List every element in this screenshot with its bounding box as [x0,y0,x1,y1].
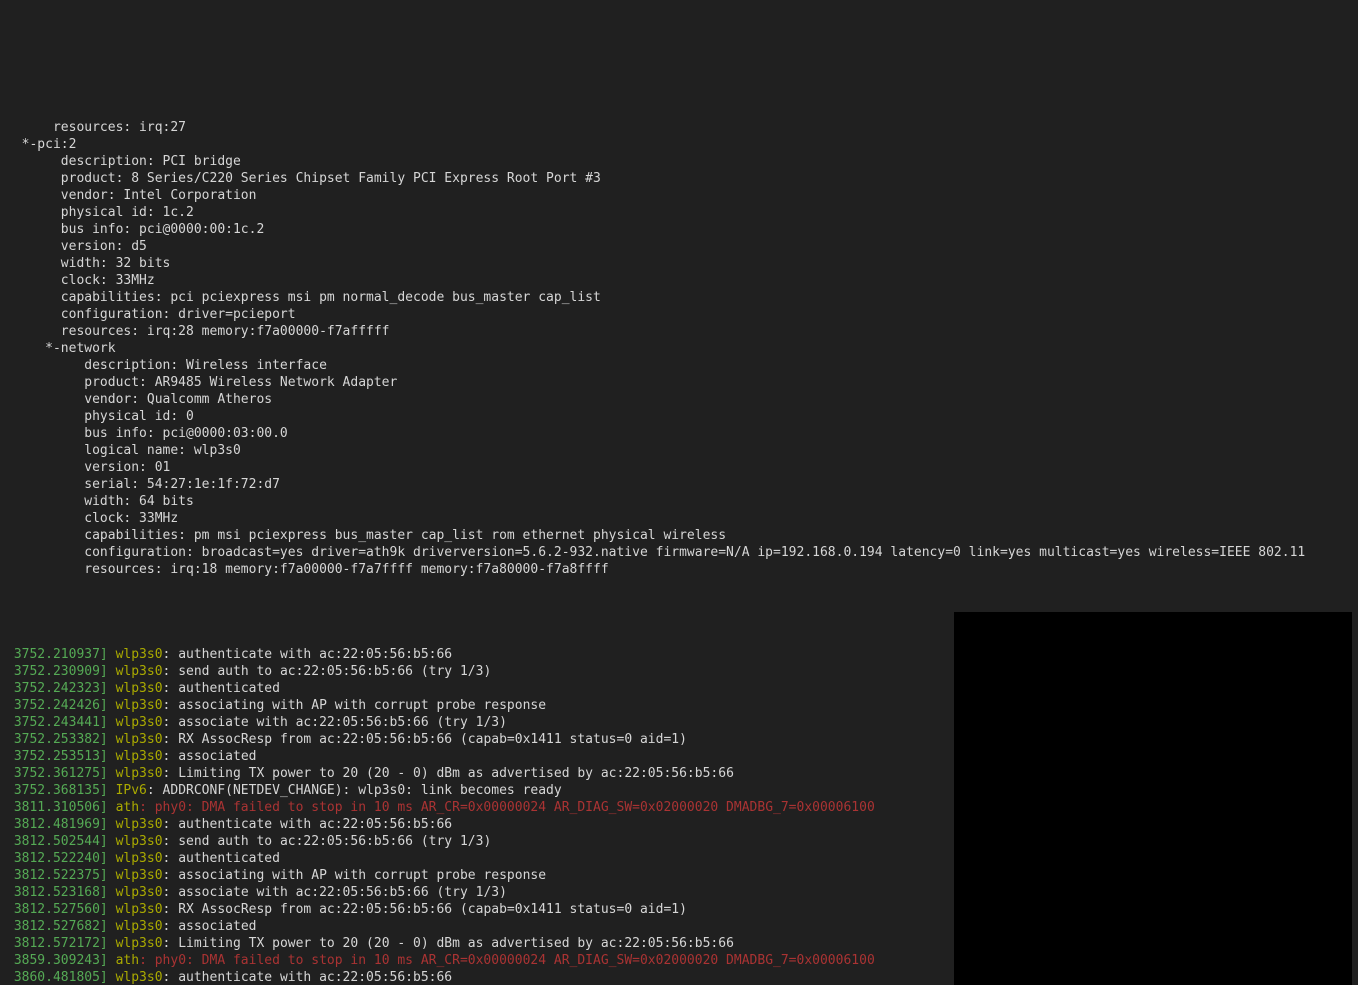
lshw-line: physical id: 0 [6,408,1352,425]
dmesg-message: : associated [163,748,257,765]
dmesg-interface: wlp3s0 [108,765,163,782]
dmesg-timestamp: 3859.309243] [6,952,108,969]
dmesg-interface: wlp3s0 [108,918,163,935]
dmesg-interface: wlp3s0 [108,816,163,833]
lshw-line: resources: irq:18 memory:f7a00000-f7a7ff… [6,561,1352,578]
dmesg-message: : authenticated [163,850,280,867]
lshw-line: serial: 54:27:1e:1f:72:d7 [6,476,1352,493]
dmesg-interface: wlp3s0 [108,748,163,765]
dmesg-timestamp: 3860.481805] [6,969,108,985]
dmesg-interface: wlp3s0 [108,680,163,697]
dmesg-interface: IPv6 [108,782,147,799]
lshw-line: bus info: pci@0000:03:00.0 [6,425,1352,442]
dmesg-timestamp: 3752.243441] [6,714,108,731]
dmesg-message: : authenticate with ac:22:05:56:b5:66 [163,969,453,985]
dmesg-timestamp: 3752.253513] [6,748,108,765]
dmesg-interface: wlp3s0 [108,969,163,985]
dmesg-timestamp: 3752.230909] [6,663,108,680]
terminal-output[interactable]: resources: irq:27 *-pci:2 description: P… [0,85,1358,985]
dmesg-interface: wlp3s0 [108,646,163,663]
lshw-line: product: AR9485 Wireless Network Adapter [6,374,1352,391]
lshw-line: vendor: Qualcomm Atheros [6,391,1352,408]
lshw-line: vendor: Intel Corporation [6,187,1352,204]
lshw-output: resources: irq:27 *-pci:2 description: P… [6,119,1352,578]
dmesg-interface: wlp3s0 [108,833,163,850]
dmesg-interface: wlp3s0 [108,884,163,901]
lshw-line: logical name: wlp3s0 [6,442,1352,459]
dmesg-timestamp: 3812.502544] [6,833,108,850]
lshw-line: width: 64 bits [6,493,1352,510]
dmesg-interface: ath [108,799,139,816]
lshw-line: bus info: pci@0000:00:1c.2 [6,221,1352,238]
dmesg-timestamp: 3752.368135] [6,782,108,799]
dmesg-interface: ath [108,952,139,969]
dmesg-message: : Limiting TX power to 20 (20 - 0) dBm a… [163,765,734,782]
dmesg-message: : associating with AP with corrupt probe… [163,697,547,714]
lshw-line: version: 01 [6,459,1352,476]
lshw-line: capabilities: pm msi pciexpress bus_mast… [6,527,1352,544]
dmesg-timestamp: 3752.210937] [6,646,108,663]
dmesg-message: : send auth to ac:22:05:56:b5:66 (try 1/… [163,663,492,680]
dmesg-message: : RX AssocResp from ac:22:05:56:b5:66 (c… [163,731,687,748]
dmesg-timestamp: 3752.242426] [6,697,108,714]
dmesg-timestamp: 3812.527560] [6,901,108,918]
dmesg-interface: wlp3s0 [108,663,163,680]
lshw-line: clock: 33MHz [6,272,1352,289]
dmesg-message: : associate with ac:22:05:56:b5:66 (try … [163,714,507,731]
dmesg-message: : authenticate with ac:22:05:56:b5:66 [163,816,453,833]
lshw-line: capabilities: pci pciexpress msi pm norm… [6,289,1352,306]
dmesg-timestamp: 3812.481969] [6,816,108,833]
dmesg-message: : Limiting TX power to 20 (20 - 0) dBm a… [163,935,734,952]
dmesg-timestamp: 3812.523168] [6,884,108,901]
lshw-line: *-network [6,340,1352,357]
lshw-line: version: d5 [6,238,1352,255]
dmesg-message: : phy0: DMA failed to stop in 10 ms AR_C… [139,799,875,816]
dmesg-message: : phy0: DMA failed to stop in 10 ms AR_C… [139,952,875,969]
dmesg-message: : authenticated [163,680,280,697]
lshw-line: description: PCI bridge [6,153,1352,170]
dmesg-interface: wlp3s0 [108,714,163,731]
lshw-line: physical id: 1c.2 [6,204,1352,221]
dmesg-interface: wlp3s0 [108,935,163,952]
dmesg-message: : send auth to ac:22:05:56:b5:66 (try 1/… [163,833,492,850]
dmesg-message: : associated [163,918,257,935]
dmesg-message: : ADDRCONF(NETDEV_CHANGE): wlp3s0: link … [147,782,562,799]
dmesg-timestamp: 3752.253382] [6,731,108,748]
lshw-line: *-pci:2 [6,136,1352,153]
lshw-line: width: 32 bits [6,255,1352,272]
dmesg-timestamp: 3752.242323] [6,680,108,697]
dmesg-timestamp: 3811.310506] [6,799,108,816]
dmesg-timestamp: 3812.522375] [6,867,108,884]
dmesg-timestamp: 3752.361275] [6,765,108,782]
dmesg-message: : associate with ac:22:05:56:b5:66 (try … [163,884,507,901]
dmesg-timestamp: 3812.572172] [6,935,108,952]
dmesg-interface: wlp3s0 [108,697,163,714]
dmesg-message: : associating with AP with corrupt probe… [163,867,547,884]
lshw-line: resources: irq:28 memory:f7a00000-f7afff… [6,323,1352,340]
dmesg-message: : RX AssocResp from ac:22:05:56:b5:66 (c… [163,901,687,918]
lshw-line: configuration: driver=pcieport [6,306,1352,323]
lshw-line: resources: irq:27 [6,119,1352,136]
dmesg-interface: wlp3s0 [108,850,163,867]
dmesg-output: 3752.210937] wlp3s0: authenticate with a… [6,612,1352,985]
lshw-line: description: Wireless interface [6,357,1352,374]
lshw-line: configuration: broadcast=yes driver=ath9… [6,544,1352,561]
lshw-line: clock: 33MHz [6,510,1352,527]
lshw-line: product: 8 Series/C220 Series Chipset Fa… [6,170,1352,187]
dmesg-timestamp: 3812.522240] [6,850,108,867]
dmesg-message: : authenticate with ac:22:05:56:b5:66 [163,646,453,663]
dmesg-interface: wlp3s0 [108,731,163,748]
dmesg-timestamp: 3812.527682] [6,918,108,935]
dmesg-interface: wlp3s0 [108,867,163,884]
dmesg-interface: wlp3s0 [108,901,163,918]
overlay-black-box [954,612,1352,985]
